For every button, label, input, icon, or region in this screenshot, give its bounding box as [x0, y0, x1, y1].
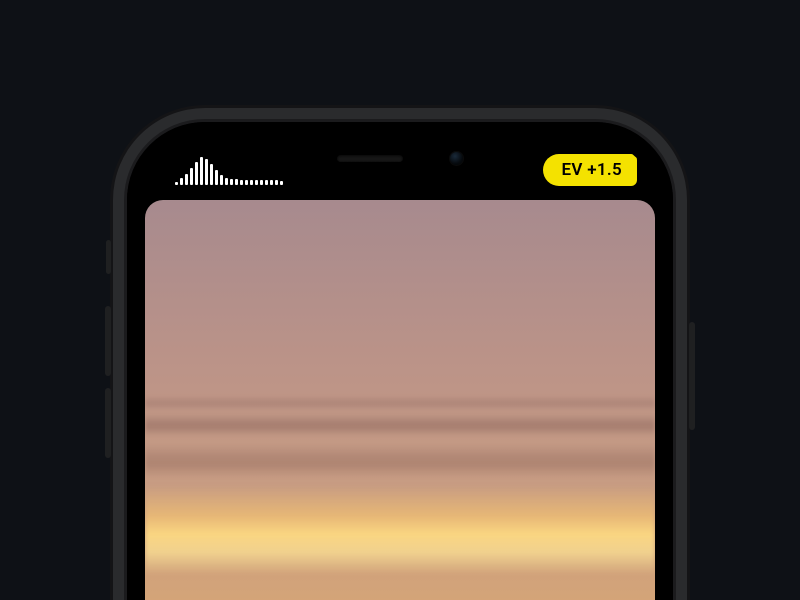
camera-viewfinder[interactable]: [145, 200, 655, 600]
power-button[interactable]: [689, 322, 695, 430]
front-camera: [449, 151, 464, 166]
notch: [278, 140, 522, 176]
viewfinder-cloud: [145, 414, 655, 436]
earpiece-speaker: [337, 155, 403, 162]
viewfinder-horizon-glow: [145, 485, 655, 575]
exposure-value-badge[interactable]: EV +1.5: [543, 154, 637, 186]
screen: EV +1.5: [145, 140, 655, 600]
mute-switch[interactable]: [106, 240, 111, 274]
histogram-icon[interactable]: [175, 155, 283, 185]
viewfinder-cloud: [145, 396, 655, 410]
volume-up-button[interactable]: [105, 306, 111, 376]
phone-frame: EV +1.5: [127, 122, 673, 600]
viewfinder-cloud: [145, 444, 655, 478]
volume-down-button[interactable]: [105, 388, 111, 458]
